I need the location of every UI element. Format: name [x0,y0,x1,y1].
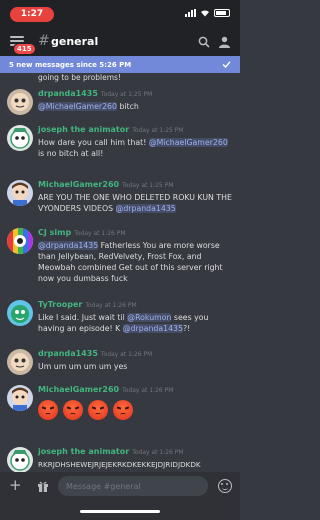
emoji-message [38,400,133,420]
message-fragment: Um um um um um yes [38,362,128,371]
message-fragment: RKRJDHSHEWEJRJEJEKRKDKEKKEJDJRIDJDKDK [38,460,201,469]
angry-face-icon [88,400,108,420]
channel-header: 415 # general [0,28,240,56]
message-text: @MichaelGamer260 bitch [38,101,236,112]
timestamp: Today at 1:26 PM [74,230,126,237]
mention[interactable]: @Rokumon [127,313,172,322]
message-fragment: ?! [182,324,191,333]
new-messages-text: 5 new messages since 5:26 PM [9,60,132,69]
mention[interactable]: @MichaelGamer260 [38,102,117,111]
username[interactable]: drpanda1435 [38,89,98,98]
members-icon[interactable] [218,36,231,48]
avatar[interactable] [7,228,33,254]
mark-read-icon[interactable] [222,60,231,69]
status-indicators [185,9,230,17]
timestamp: Today at 1:26 PM [85,302,137,309]
message-text: How dare you call him that! @MichaelGame… [38,137,236,159]
timestamp: Today at 1:26 PM [100,351,153,358]
gift-icon[interactable] [37,480,49,492]
message-fragment: Like I said. Just wait til [38,313,128,322]
message-text: ARE YOU THE ONE WHO DELETED ROKU KUN THE… [38,192,236,214]
message-header: drpanda1435 Today at 1:25 PM [38,89,152,98]
message-header: joseph the animator Today at 1:26 PM [38,447,184,456]
signal-icon [185,9,196,17]
message-fragment: is no bitch at all! [38,149,104,158]
timestamp: Today at 1:26 PM [132,449,184,456]
timestamp: Today at 1:26 PM [122,387,174,394]
username[interactable]: MichaelGamer260 [38,385,119,394]
status-time: 1:27 [10,7,54,22]
username[interactable]: drpanda1435 [38,349,98,358]
timestamp: Today at 1:25 PM [100,91,153,98]
avatar[interactable] [7,89,33,115]
message-header: joseph the animator Today at 1:25 PM [38,125,184,134]
message-input[interactable] [58,476,208,496]
username[interactable]: joseph the animator [38,125,129,134]
emoji-icon[interactable] [218,479,232,493]
avatar[interactable] [7,385,33,411]
message-feed[interactable]: going to be problems! drpanda1435 Today a… [0,73,240,473]
angry-face-icon [113,400,133,420]
timestamp: Today at 1:25 PM [132,127,184,134]
wifi-icon [201,10,209,17]
partial-message: going to be problems! [38,73,121,82]
message-fragment: bitch [116,102,139,111]
hash-icon: # [38,33,50,49]
timestamp: Today at 1:25 PM [122,182,174,189]
avatar[interactable] [7,300,33,326]
username[interactable]: CJ simp [38,228,71,237]
mention[interactable]: @drpanda1435 [38,241,99,250]
mention[interactable]: @drpanda1435 [115,204,176,213]
avatar[interactable] [7,349,33,375]
username[interactable]: TyTrooper [38,300,82,309]
avatar[interactable] [7,447,33,473]
mention[interactable]: @MichaelGamer260 [148,138,228,147]
message-header: MichaelGamer260 Today at 1:26 PM [38,385,173,394]
message-composer: + [0,472,240,500]
home-indicator-area [0,500,240,520]
battery-icon [214,9,230,17]
search-icon[interactable] [198,36,210,48]
angry-face-icon [63,400,83,420]
message-header: CJ simp Today at 1:26 PM [38,228,126,237]
home-indicator[interactable] [80,510,160,513]
username[interactable]: joseph the animator [38,447,129,456]
plus-icon[interactable]: + [9,478,22,493]
status-bar: 1:27 [0,0,240,28]
message-header: drpanda1435 Today at 1:26 PM [38,349,152,358]
angry-face-icon [38,400,58,420]
message-text: @drpanda1435 Fatherless You are more wor… [38,240,236,284]
message-text: Um um um um um yes [38,361,236,372]
new-messages-banner[interactable]: 5 new messages since 5:26 PM [0,56,240,73]
message-fragment: How dare you call him that! [38,138,149,147]
mention[interactable]: @drpanda1435 [122,324,183,333]
message-text: RKRJDHSHEWEJRJEJEKRKDKEKKEJDJRIDJDKDK [38,459,236,470]
avatar[interactable] [7,125,33,151]
username[interactable]: MichaelGamer260 [38,180,119,189]
channel-title[interactable]: general [51,35,98,48]
message-header: TyTrooper Today at 1:26 PM [38,300,137,309]
message-text: Like I said. Just wait til @Rokumon sees… [38,312,236,334]
notification-badge: 415 [13,43,36,55]
message-header: MichaelGamer260 Today at 1:25 PM [38,180,173,189]
avatar[interactable] [7,180,33,206]
